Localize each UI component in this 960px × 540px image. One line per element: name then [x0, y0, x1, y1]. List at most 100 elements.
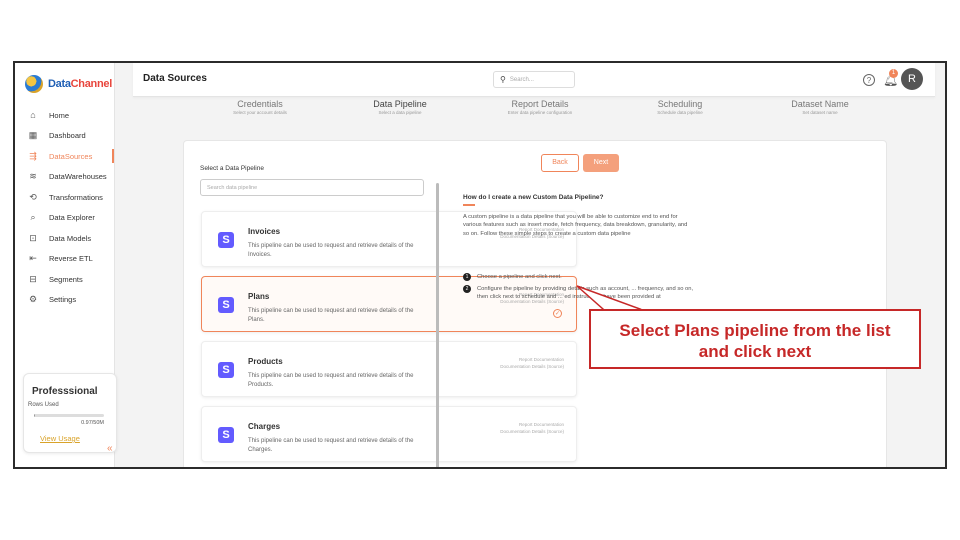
- sidebar: DataChannel ⌂ Home ▦ Dashboard ⇶ DataSources ≋…: [15, 63, 117, 467]
- step-report-details[interactable]: Report Details Enter data pipeline config…: [465, 99, 615, 115]
- pipeline-name: Invoices: [248, 227, 281, 236]
- step-title: Scheduling: [657, 99, 703, 109]
- sidebar-item-datasources[interactable]: ⇶ DataSources: [15, 146, 114, 167]
- logo-text: DataChannel: [48, 78, 112, 90]
- models-icon: ⊡: [29, 232, 37, 243]
- stripe-icon: S: [218, 427, 234, 443]
- rows-usage-fill: [34, 414, 36, 417]
- help-step-2: 2 Configure the pipeline by providing det…: [463, 285, 699, 301]
- report-doc-link[interactable]: Report Documentation: [500, 421, 564, 428]
- sidebar-item-label: DataSources: [49, 151, 93, 161]
- plan-title: Professsional: [32, 386, 98, 397]
- step-number-icon: 2: [463, 285, 471, 293]
- wizard-stepper: Credentials Select your account details Da…: [145, 99, 935, 121]
- top-bar: Data Sources ⚲ Search... ? 🔔︎ 1 R: [133, 63, 935, 97]
- step-title: Dataset Name: [791, 99, 849, 109]
- source-doc-link[interactable]: Documentation Details (Source): [500, 428, 564, 435]
- sidebar-item-reverse-etl[interactable]: ⇤ Reverse ETL: [15, 249, 114, 270]
- database-icon: ≋: [29, 171, 37, 182]
- sidebar-item-data-models[interactable]: ⊡ Data Models: [15, 228, 114, 249]
- stripe-icon: S: [218, 297, 234, 313]
- pipeline-description: This pipeline can be used to request and…: [248, 308, 414, 323]
- select-pipeline-label: Select a Data Pipeline: [200, 165, 264, 172]
- step-subtitle: Enter data pipeline configuration: [507, 110, 573, 115]
- reverse-etl-icon: ⇤: [29, 253, 37, 264]
- logo[interactable]: DataChannel: [25, 75, 112, 93]
- report-doc-link[interactable]: Report Documentation: [500, 356, 564, 363]
- step-subtitle: Schedule data pipeline: [657, 110, 703, 115]
- step-subtitle: Select a data pipeline: [378, 110, 422, 115]
- pipeline-description: This pipeline can be used to request and…: [248, 438, 414, 453]
- rows-usage-bar: [34, 414, 104, 417]
- rows-used-amount: 0.97/50M: [81, 420, 104, 426]
- segments-icon: ⊟: [29, 273, 37, 284]
- help-step-1: 1 Choose a pipeline and click next.: [463, 273, 699, 281]
- step-scheduling[interactable]: Scheduling Schedule data pipeline: [605, 99, 755, 115]
- help-title: How do I create a new Custom Data Pipeli…: [463, 194, 604, 201]
- sidebar-item-home[interactable]: ⌂ Home: [15, 105, 114, 126]
- view-usage-link[interactable]: View Usage: [40, 434, 80, 443]
- sidebar-item-label: Segments: [49, 274, 83, 284]
- sidebar-item-data-explorer[interactable]: ⌕ Data Explorer: [15, 208, 114, 229]
- search-placeholder: Search...: [509, 76, 534, 83]
- sidebar-item-segments[interactable]: ⊟ Segments: [15, 269, 114, 290]
- logo-icon: [25, 75, 43, 93]
- step-data-pipeline[interactable]: Data Pipeline Select a data pipeline: [325, 99, 475, 115]
- step-title: Credentials: [237, 99, 283, 109]
- pipeline-doc-links[interactable]: Report Documentation Documentation Detail…: [500, 356, 564, 370]
- pipeline-doc-links[interactable]: Report Documentation Documentation Detail…: [500, 421, 564, 435]
- plan-usage-card: Professsional Rows Used 0.97/50M View Us…: [23, 373, 117, 453]
- explorer-icon: ⌕: [30, 212, 36, 223]
- pipeline-name: Charges: [248, 422, 281, 431]
- avatar[interactable]: R: [901, 68, 923, 90]
- collapse-sidebar-icon[interactable]: «: [107, 443, 113, 454]
- sidebar-item-settings[interactable]: ⚙ Settings: [15, 290, 114, 311]
- step-subtitle: Set dataset name: [802, 110, 838, 115]
- sidebar-item-label: Dashboard: [49, 131, 86, 141]
- sidebar-nav: ⌂ Home ▦ Dashboard ⇶ DataSources ≋ DataWarehous…: [15, 105, 114, 310]
- pipeline-card-products[interactable]: S Products This pipeline can be used to re…: [201, 341, 577, 397]
- pipeline-name: Plans: [248, 292, 270, 301]
- sidebar-item-label: Data Models: [49, 233, 92, 243]
- sidebar-item-label: Transformations: [49, 192, 103, 202]
- global-search-input[interactable]: ⚲ Search...: [493, 71, 575, 88]
- app-window: DataChannel ⌂ Home ▦ Dashboard ⇶ DataSources ≋…: [13, 61, 947, 469]
- sidebar-item-label: Settings: [49, 295, 77, 305]
- source-doc-link[interactable]: Documentation Details (Source): [500, 363, 564, 370]
- stripe-icon: S: [218, 232, 234, 248]
- pipeline-card-charges[interactable]: S Charges This pipeline can be used to req…: [201, 406, 577, 462]
- pipeline-name: Products: [248, 357, 283, 366]
- sidebar-item-label: Data Explorer: [49, 213, 95, 223]
- step-title: Report Details: [511, 99, 569, 109]
- help-icon[interactable]: ?: [863, 74, 875, 86]
- notification-badge: 1: [889, 69, 898, 78]
- sidebar-item-label: Home: [49, 110, 70, 120]
- page-title: Data Sources: [143, 73, 207, 84]
- step-dataset-name[interactable]: Dataset Name Set dataset name: [745, 99, 895, 115]
- transform-icon: ⟲: [29, 191, 37, 202]
- step-credentials[interactable]: Credentials Select your account details: [185, 99, 335, 115]
- selected-check-icon: ✓: [553, 309, 562, 318]
- gear-icon: ⚙: [28, 294, 38, 305]
- help-title-underline: [463, 204, 475, 206]
- annotation-line-2: and click next: [698, 342, 812, 361]
- sidebar-item-dashboard[interactable]: ▦ Dashboard: [15, 126, 114, 147]
- sidebar-item-label: Reverse ETL: [49, 254, 93, 264]
- sidebar-item-transformations[interactable]: ⟲ Transformations: [15, 187, 114, 208]
- next-button[interactable]: Next: [583, 154, 619, 172]
- dashboard-icon: ▦: [28, 130, 38, 141]
- help-body: A custom pipeline is a data pipeline tha…: [463, 214, 688, 237]
- sidebar-item-datawarehouses[interactable]: ≋ DataWarehouses: [15, 167, 114, 188]
- annotation-callout: Select Plans pipeline from the list and …: [589, 309, 921, 369]
- sidebar-item-label: DataWarehouses: [49, 172, 107, 182]
- annotation-line-1: Select Plans pipeline from the list: [619, 321, 891, 340]
- pipeline-description: This pipeline can be used to request and…: [248, 373, 414, 388]
- pipeline-list-scrollbar[interactable]: [436, 183, 439, 467]
- step-title: Data Pipeline: [373, 99, 427, 109]
- datasources-icon: ⇶: [29, 150, 37, 161]
- stripe-icon: S: [218, 362, 234, 378]
- pipeline-search-input[interactable]: Search data pipeline: [200, 179, 424, 196]
- search-icon: ⚲: [500, 75, 506, 84]
- back-button[interactable]: Back: [541, 154, 579, 172]
- step-number-icon: 1: [463, 273, 471, 281]
